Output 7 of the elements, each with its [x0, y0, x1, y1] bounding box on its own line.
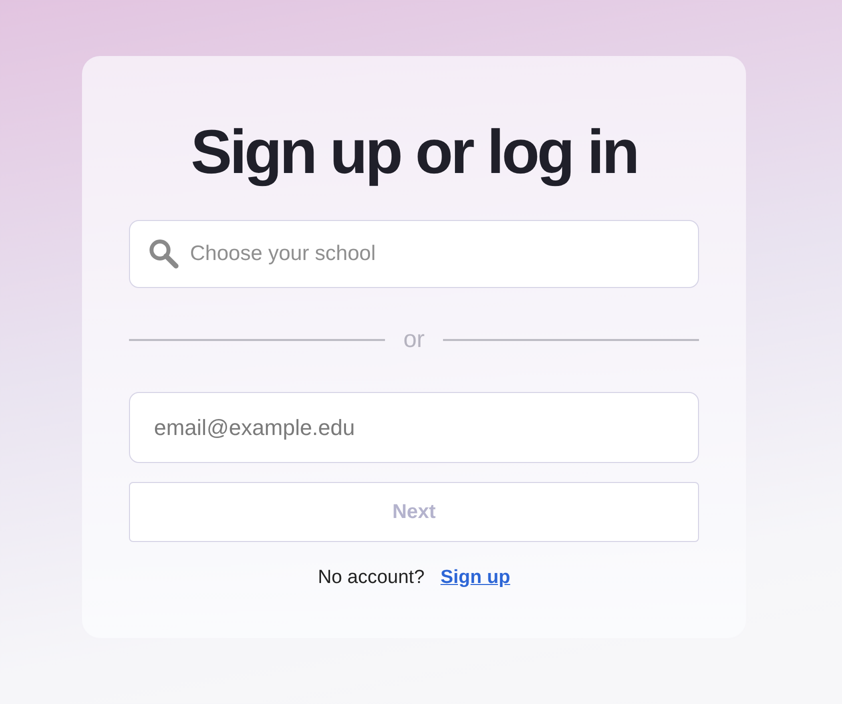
school-search-field[interactable]: Choose your school	[129, 220, 699, 288]
page-title: Sign up or log in	[190, 117, 638, 189]
email-field[interactable]: email@example.edu	[129, 392, 699, 463]
search-icon	[148, 238, 180, 270]
divider-label: or	[403, 326, 425, 354]
sign-up-link[interactable]: Sign up	[440, 567, 510, 589]
no-account-text: No account?	[318, 567, 425, 589]
